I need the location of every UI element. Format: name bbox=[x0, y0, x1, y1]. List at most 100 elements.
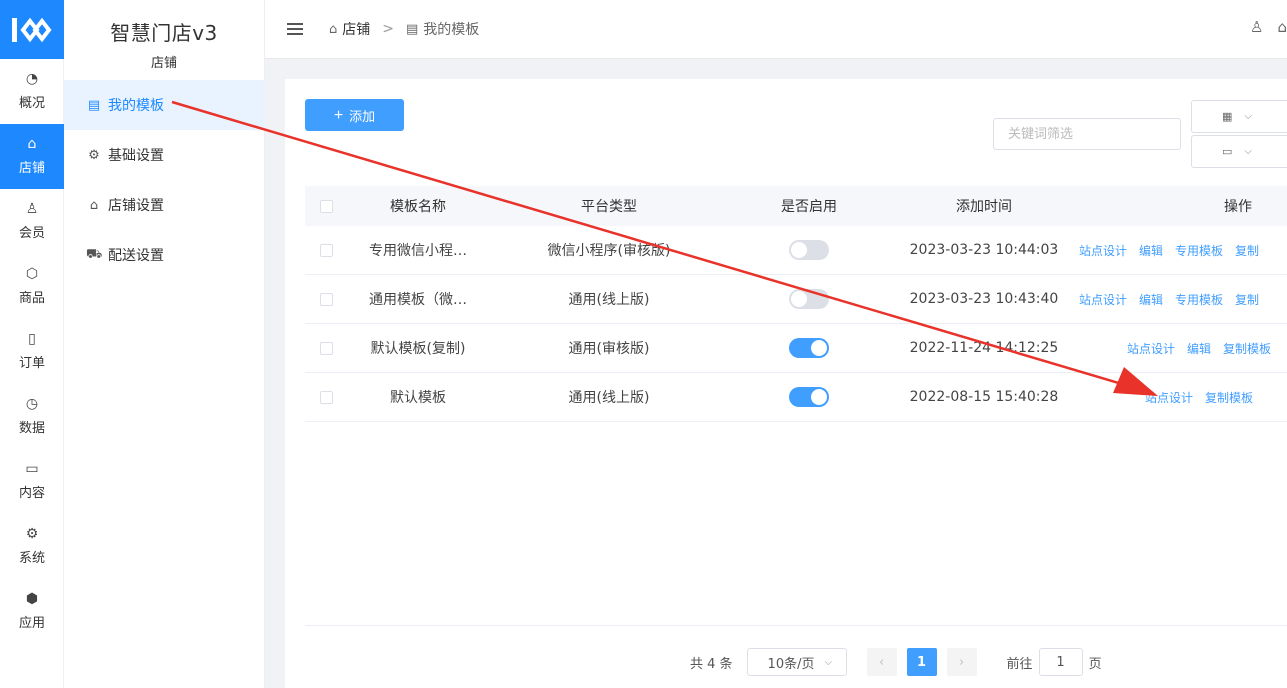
page-suffix: 页 bbox=[1088, 656, 1102, 672]
row-action-link[interactable]: 站点设计 bbox=[1127, 340, 1175, 357]
main-card: + 添加 ▦⌵ ▭⌵ 模板名称 平台类型 是否启用 添加时间 操作 专用微信小程… bbox=[285, 79, 1287, 688]
row-action-link[interactable]: 复制 bbox=[1235, 291, 1259, 308]
breadcrumb-root[interactable]: 店铺 bbox=[342, 19, 370, 39]
rail-item-label: 店铺 bbox=[18, 161, 45, 176]
row-action-link[interactable]: 站点设计 bbox=[1079, 291, 1127, 308]
table-row: 专用微信小程… 微信小程序(审核版) 2023-03-23 10:44:03 站点设计… bbox=[305, 226, 1287, 275]
rail-item[interactable]: ◷ 数据 bbox=[0, 384, 64, 449]
rail-item[interactable]: ◔ 概况 bbox=[0, 59, 64, 124]
sidebar-item[interactable]: ⚙ 基础设置 bbox=[64, 130, 265, 180]
shirt-icon[interactable]: ⌂ bbox=[1277, 18, 1287, 36]
template-icon: ▤ bbox=[406, 21, 419, 37]
thumbs-up-icon[interactable]: ♙ bbox=[1250, 18, 1263, 36]
toggle-knob bbox=[791, 291, 807, 307]
folder-select[interactable]: ▭ ⌵ bbox=[1191, 135, 1287, 168]
enabled-toggle[interactable] bbox=[789, 387, 829, 407]
rail-item[interactable]: ⚙ 系统 bbox=[0, 514, 64, 579]
add-button[interactable]: + 添加 bbox=[305, 99, 404, 131]
row-action-link[interactable]: 专用模板 bbox=[1175, 291, 1223, 308]
row-checkbox[interactable] bbox=[319, 292, 333, 306]
page-number-1[interactable]: 1 bbox=[906, 648, 937, 676]
grid-view-select[interactable]: ▦ ⌵ bbox=[1191, 100, 1287, 133]
sidebar-item[interactable]: ⛟ 配送设置 bbox=[64, 230, 265, 280]
rail-item-label: 订单 bbox=[18, 356, 45, 371]
page-size-select[interactable]: 10条/页 ⌵ bbox=[746, 648, 847, 676]
secondary-sidebar: 智慧门店v3 店铺 ▤ 我的模板 ⚙ 基础设置 ⌂ 店铺设置 ⛟ 配送设置 bbox=[64, 0, 265, 688]
sidebar-item-label: 配送设置 bbox=[108, 248, 164, 264]
top-header: ⌂ 店铺 > ▤ 我的模板 ♙ ⌂ bbox=[265, 0, 1287, 59]
gear-icon: ⚙ bbox=[25, 526, 39, 542]
sidebar-item[interactable]: ▤ 我的模板 bbox=[64, 80, 265, 130]
sidebar-item-label: 我的模板 bbox=[108, 98, 164, 114]
added-time: 2022-11-24 14:12:25 bbox=[909, 340, 1059, 356]
breadcrumb: ⌂ 店铺 > ▤ 我的模板 bbox=[329, 19, 479, 39]
pagination: 共 4 条 10条/页 ⌵ ‹ 1 › 前往 页 bbox=[690, 648, 1102, 676]
row-action-link[interactable]: 复制 bbox=[1235, 242, 1259, 259]
rail-item-label: 商品 bbox=[18, 291, 45, 306]
app-logo[interactable] bbox=[0, 0, 64, 59]
row-checkbox[interactable] bbox=[319, 243, 333, 257]
row-action-link[interactable]: 站点设计 bbox=[1079, 242, 1127, 259]
table-footer-divider bbox=[305, 625, 1287, 626]
gear-icon: ⚙ bbox=[88, 147, 100, 163]
header-time: 添加时间 bbox=[956, 199, 1012, 215]
total-count: 共 4 条 bbox=[690, 656, 733, 672]
store-settings-icon: ⌂ bbox=[89, 197, 99, 213]
user-icon: ♙ bbox=[25, 201, 39, 217]
enabled-toggle[interactable] bbox=[789, 240, 829, 260]
row-checkbox[interactable] bbox=[319, 341, 333, 355]
select-all-checkbox[interactable] bbox=[319, 199, 333, 213]
chevron-down-icon: ⌵ bbox=[1244, 146, 1252, 157]
row-action-link[interactable]: 专用模板 bbox=[1175, 242, 1223, 259]
toggle-knob bbox=[791, 242, 807, 258]
platform-type: 通用(线上版) bbox=[568, 390, 650, 406]
cube-icon: ⬢ bbox=[25, 591, 39, 607]
row-action-link[interactable]: 复制模板 bbox=[1205, 389, 1253, 406]
rail-item[interactable]: ⬡ 商品 bbox=[0, 254, 64, 319]
toggle-knob bbox=[811, 340, 827, 356]
keyword-filter-input[interactable] bbox=[993, 118, 1181, 150]
rail-item[interactable]: ▭ 内容 bbox=[0, 449, 64, 514]
rail-item[interactable]: ♙ 会员 bbox=[0, 189, 64, 254]
grid-icon: ▦ bbox=[1222, 110, 1233, 123]
row-action-link[interactable]: 站点设计 bbox=[1145, 389, 1193, 406]
row-action-link[interactable]: 复制模板 bbox=[1223, 340, 1271, 357]
enabled-toggle[interactable] bbox=[789, 289, 829, 309]
rail-item[interactable]: ▯ 订单 bbox=[0, 319, 64, 384]
prev-page-button[interactable]: ‹ bbox=[866, 648, 897, 676]
header-ops: 操作 bbox=[1224, 199, 1252, 215]
rail-item[interactable]: ⬢ 应用 bbox=[0, 579, 64, 644]
menu-toggle-icon[interactable] bbox=[287, 20, 303, 38]
breadcrumb-current: 我的模板 bbox=[423, 22, 480, 38]
table-header: 模板名称 平台类型 是否启用 添加时间 操作 bbox=[305, 186, 1287, 226]
chevron-down-icon: ⌵ bbox=[824, 656, 833, 668]
template-name: 通用模板（微… bbox=[369, 292, 467, 308]
enabled-toggle[interactable] bbox=[789, 338, 829, 358]
goto-page-input[interactable] bbox=[1038, 648, 1083, 676]
header-name: 模板名称 bbox=[390, 199, 446, 215]
folder-icon: ▭ bbox=[25, 461, 39, 477]
add-button-label: 添加 bbox=[349, 108, 376, 124]
store-icon: ⌂ bbox=[329, 21, 338, 37]
sidebar-title: 智慧门店v3 bbox=[110, 21, 218, 45]
next-page-button[interactable]: › bbox=[946, 648, 977, 676]
platform-type: 通用(审核版) bbox=[568, 341, 650, 357]
goto-label: 前往 bbox=[1006, 656, 1033, 672]
table-row: 默认模板(复制) 通用(审核版) 2022-11-24 14:12:25 站点设计 编辑… bbox=[305, 324, 1287, 373]
breadcrumb-separator: > bbox=[382, 21, 394, 37]
sidebar-item[interactable]: ⌂ 店铺设置 bbox=[64, 180, 265, 230]
row-action-link[interactable]: 编辑 bbox=[1139, 291, 1163, 308]
logo-icon bbox=[12, 17, 52, 42]
sidebar-item-label: 店铺设置 bbox=[108, 198, 164, 214]
added-time: 2023-03-23 10:44:03 bbox=[909, 242, 1059, 258]
rail-item[interactable]: ⌂ 店铺 bbox=[0, 124, 64, 189]
rail-item-label: 概况 bbox=[18, 96, 45, 111]
row-checkbox[interactable] bbox=[319, 390, 333, 404]
added-time: 2023-03-23 10:43:40 bbox=[909, 291, 1059, 307]
rail-item-label: 数据 bbox=[18, 421, 45, 436]
row-action-link[interactable]: 编辑 bbox=[1139, 242, 1163, 259]
folder-icon: ▭ bbox=[1222, 145, 1233, 158]
chevron-down-icon: ⌵ bbox=[1244, 111, 1252, 122]
row-action-link[interactable]: 编辑 bbox=[1187, 340, 1211, 357]
table-row: 通用模板（微… 通用(线上版) 2023-03-23 10:43:40 站点设计 编辑专… bbox=[305, 275, 1287, 324]
